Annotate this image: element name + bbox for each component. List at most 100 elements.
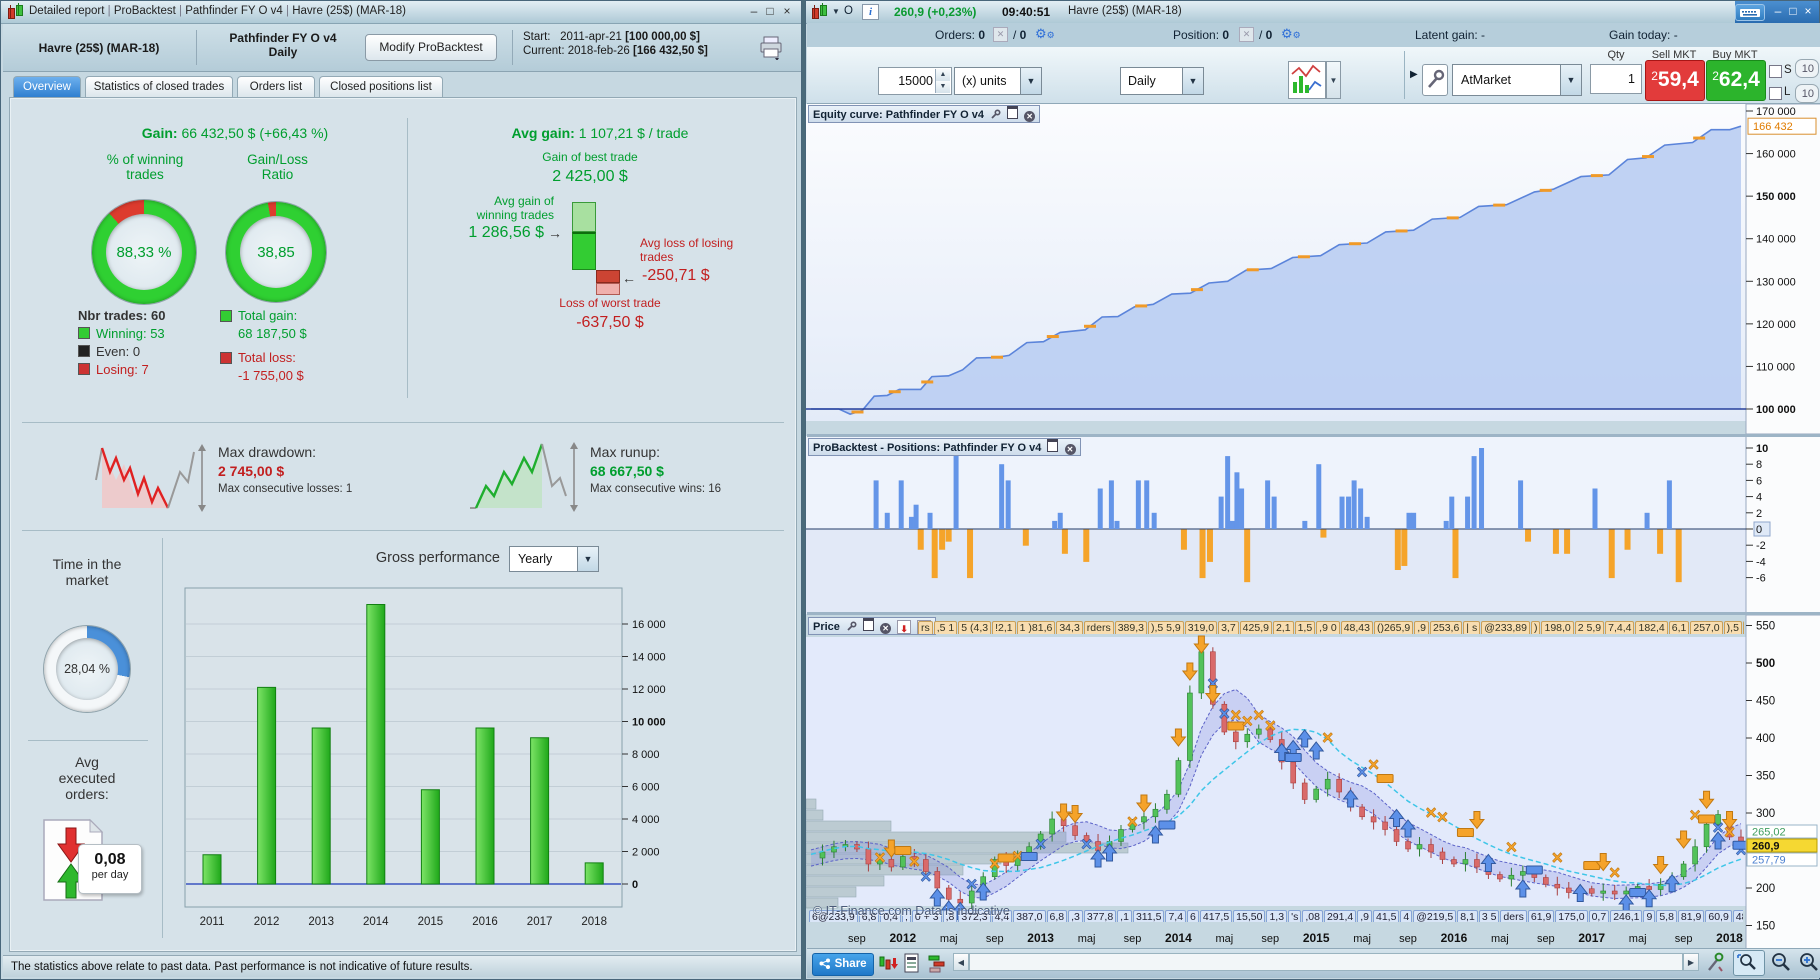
- wrench-icon[interactable]: [846, 621, 857, 638]
- scroll-right-icon[interactable]: ▶: [1683, 953, 1699, 971]
- total-gain-value: 68 187,50 $: [238, 326, 307, 341]
- stepper-down-icon[interactable]: ▼: [935, 81, 950, 93]
- overview-panel: Gain: 66 432,50 $ (+66,43 %) % of winnin…: [9, 97, 797, 952]
- order-mode-dropdown[interactable]: AtMarket ▼: [1452, 64, 1582, 96]
- buy-mkt-button[interactable]: 262,4: [1706, 60, 1766, 101]
- position-secondary: / 0: [1259, 28, 1273, 42]
- tab-orders-list[interactable]: Orders list: [237, 76, 315, 97]
- svg-text:×: ×: [1724, 823, 1735, 844]
- chart-type-arrow-icon[interactable]: ▼: [1326, 61, 1341, 99]
- report-titlebar[interactable]: Detailed report | ProBacktest | Pathfind…: [1, 1, 801, 24]
- svg-text:maj: maj: [1491, 933, 1509, 945]
- strip-value: rs: [918, 621, 933, 634]
- minimize-button[interactable]: –: [1771, 4, 1785, 19]
- strip-value: 5 (4,3: [958, 621, 992, 634]
- strip-value: 387,0: [1013, 910, 1046, 922]
- strip-value: ,1: [1117, 910, 1132, 922]
- zoom-in-icon[interactable]: [1797, 951, 1820, 980]
- sell-arrow-icon[interactable]: ⬇: [897, 620, 912, 634]
- close-button[interactable]: ×: [780, 4, 794, 19]
- orders-settings-gear-icon[interactable]: ⚙⚙: [1035, 26, 1055, 42]
- quantity-stepper[interactable]: 15000 ▲ ▼: [878, 67, 952, 95]
- stepper-up-icon[interactable]: ▲: [935, 69, 950, 81]
- units-dropdown[interactable]: (x) units ▼: [954, 67, 1042, 95]
- svg-text:10 000: 10 000: [632, 717, 666, 729]
- qty-input[interactable]: 1: [1590, 64, 1642, 94]
- info-icon[interactable]: i: [862, 4, 879, 20]
- strip-value: 6,1: [1668, 621, 1690, 634]
- sell-mkt-button[interactable]: 259,4: [1645, 60, 1705, 101]
- svg-text:2016: 2016: [472, 916, 498, 928]
- winning-pct: 88,33 %: [116, 243, 172, 261]
- strip-value: 60,9: [1705, 910, 1732, 922]
- total-loss-swatch: [220, 352, 232, 364]
- close-panel-icon[interactable]: ✕: [1024, 111, 1036, 122]
- svg-text:2014: 2014: [363, 916, 389, 928]
- panel-splitter[interactable]: [807, 612, 1820, 615]
- stop-checkbox[interactable]: [1769, 65, 1782, 78]
- period-dropdown[interactable]: Daily ▼: [1120, 67, 1204, 95]
- minimize-button[interactable]: –: [747, 4, 761, 19]
- svg-text:-2: -2: [1756, 540, 1766, 552]
- position-label: Position: 0: [1173, 28, 1230, 42]
- svg-text:400: 400: [1756, 733, 1775, 745]
- close-position-icon[interactable]: ✕: [1239, 27, 1254, 42]
- layers-icon[interactable]: [927, 952, 949, 980]
- order-settings-wrench-icon[interactable]: [1422, 64, 1448, 96]
- total-gain-swatch: [220, 310, 232, 322]
- maximize-button[interactable]: □: [1786, 4, 1800, 19]
- equity-panel-header[interactable]: Equity curve: Pathfinder FY O v4 ✕: [808, 105, 1041, 126]
- detach-window-icon[interactable]: [863, 618, 875, 631]
- chevron-down-icon[interactable]: ▼: [832, 7, 840, 16]
- avg-win-arrow: →: [548, 225, 562, 241]
- close-button[interactable]: ×: [1801, 4, 1815, 19]
- svg-text:2: 2: [1756, 508, 1762, 520]
- divider-2: [22, 530, 784, 531]
- panel-splitter[interactable]: [807, 434, 1820, 437]
- svg-text:sep: sep: [1124, 933, 1142, 945]
- price-panel-header[interactable]: Price ✕ ⬇ ⬆: [808, 617, 937, 638]
- positions-panel-header[interactable]: ProBacktest - Positions: Pathfinder FY O…: [808, 438, 1081, 456]
- scroll-left-icon[interactable]: ◀: [953, 953, 969, 971]
- detach-window-icon[interactable]: [1047, 439, 1059, 452]
- limit-checkbox[interactable]: [1769, 87, 1782, 100]
- position-settings-gear-icon[interactable]: ⚙⚙: [1281, 26, 1301, 42]
- maximize-button[interactable]: □: [763, 4, 777, 19]
- limit-value-input[interactable]: 10: [1795, 84, 1819, 103]
- zoom-out-icon[interactable]: [1769, 951, 1793, 980]
- keyboard-icon[interactable]: [1735, 4, 1765, 21]
- tab-closed-positions[interactable]: Closed positions list: [319, 76, 443, 97]
- detailed-report-window: Detailed report | ProBacktest | Pathfind…: [0, 0, 802, 980]
- stop-value-input[interactable]: 10: [1795, 59, 1819, 78]
- wrench-icon[interactable]: [990, 109, 1001, 126]
- list-candles-icon[interactable]: [877, 952, 899, 980]
- chart-scrollbar[interactable]: [969, 953, 1683, 971]
- svg-text:maj: maj: [940, 933, 958, 945]
- chart-type-button[interactable]: [1288, 61, 1326, 99]
- svg-text:2015: 2015: [418, 916, 444, 928]
- tab-statistics[interactable]: Statistics of closed trades: [85, 76, 233, 97]
- svg-text:265,02: 265,02: [1752, 827, 1786, 839]
- zoom-select-icon[interactable]: [1733, 950, 1765, 976]
- report-header: Havre (25$) (MAR-18) Pathfinder FY O v4 …: [3, 24, 801, 72]
- strip-value: 389,3: [1114, 621, 1147, 634]
- order-panel-collapse-icon[interactable]: ▶: [1410, 69, 1418, 80]
- draw-tools-icon[interactable]: [1705, 951, 1725, 980]
- share-button[interactable]: Share: [812, 953, 874, 976]
- trading-titlebar[interactable]: ▼ O i 260,9 (+0,23%) 09:40:51 Havre (25$…: [806, 1, 1819, 24]
- svg-text:×: ×: [1425, 803, 1436, 824]
- print-icon[interactable]: [759, 34, 785, 60]
- cancel-orders-icon[interactable]: ✕: [993, 27, 1008, 42]
- close-panel-icon[interactable]: ✕: [880, 623, 892, 634]
- dropdown-arrow-icon[interactable]: ▼: [1560, 65, 1581, 95]
- modify-probacktest-button[interactable]: Modify ProBacktest: [365, 34, 497, 61]
- svg-text:×: ×: [1506, 838, 1517, 859]
- tab-overview[interactable]: Overview: [13, 76, 81, 97]
- dropdown-arrow-icon[interactable]: ▼: [1182, 68, 1203, 94]
- detach-window-icon[interactable]: [1007, 106, 1019, 119]
- close-panel-icon[interactable]: ✕: [1064, 444, 1076, 455]
- dropdown-arrow-icon[interactable]: ▼: [1020, 68, 1041, 94]
- svg-text:150: 150: [1756, 921, 1775, 933]
- svg-text:×: ×: [1081, 835, 1092, 856]
- page-settings-icon[interactable]: [903, 952, 921, 980]
